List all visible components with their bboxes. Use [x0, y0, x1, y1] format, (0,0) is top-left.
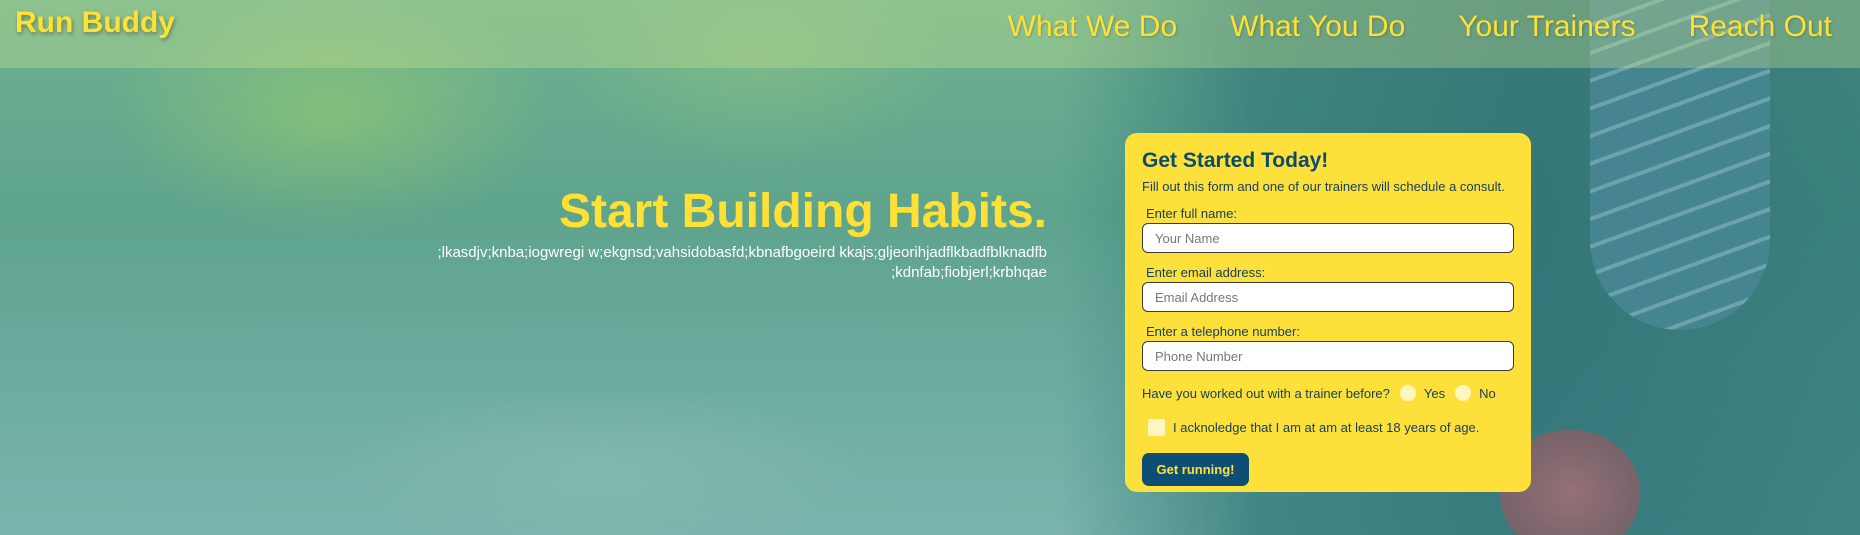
- trainer-yes-radio[interactable]: [1399, 385, 1416, 401]
- age-ack-checkbox[interactable]: [1148, 419, 1165, 436]
- get-running-button[interactable]: Get running!: [1142, 453, 1249, 486]
- name-label: Enter full name:: [1146, 206, 1238, 221]
- email-label: Enter email address:: [1146, 265, 1266, 280]
- phone-label: Enter a telephone number:: [1146, 324, 1300, 339]
- nav-what-we-do[interactable]: What We Do: [1008, 10, 1178, 44]
- age-ack-label: I acknoledge that I am at am at least 18…: [1173, 420, 1480, 435]
- name-input[interactable]: [1142, 223, 1514, 253]
- brand-logo[interactable]: Run Buddy: [15, 6, 175, 40]
- age-ack-row: I acknoledge that I am at am at least 18…: [1148, 419, 1514, 436]
- trainer-yes-label: Yes: [1423, 385, 1446, 401]
- nav-what-you-do[interactable]: What You Do: [1230, 10, 1405, 44]
- trainer-no-label: No: [1479, 385, 1496, 401]
- hero-tagline: ;lkasdjv;knba;iogwregi w;ekgnsd;vahsidob…: [437, 244, 1047, 281]
- form-subtitle: Fill out this form and one of our traine…: [1142, 179, 1505, 194]
- nav-your-trainers[interactable]: Your Trainers: [1458, 10, 1635, 44]
- hero-headline: Start Building Habits.: [558, 185, 1047, 238]
- trainer-no-radio[interactable]: [1455, 385, 1472, 401]
- form-title: Get Started Today!: [1142, 149, 1329, 172]
- site-header: Run Buddy What We Do What You Do Your Tr…: [0, 0, 1860, 68]
- nav-reach-out[interactable]: Reach Out: [1689, 10, 1832, 44]
- trainer-question-row: Have you worked out with a trainer befor…: [1142, 385, 1514, 401]
- phone-input[interactable]: [1142, 341, 1514, 371]
- main-nav: What We Do What You Do Your Trainers Rea…: [1008, 10, 1832, 44]
- email-input[interactable]: [1142, 282, 1514, 312]
- trainer-question-label: Have you worked out with a trainer befor…: [1142, 385, 1390, 401]
- get-started-form: Get Started Today! Fill out this form an…: [1125, 133, 1531, 492]
